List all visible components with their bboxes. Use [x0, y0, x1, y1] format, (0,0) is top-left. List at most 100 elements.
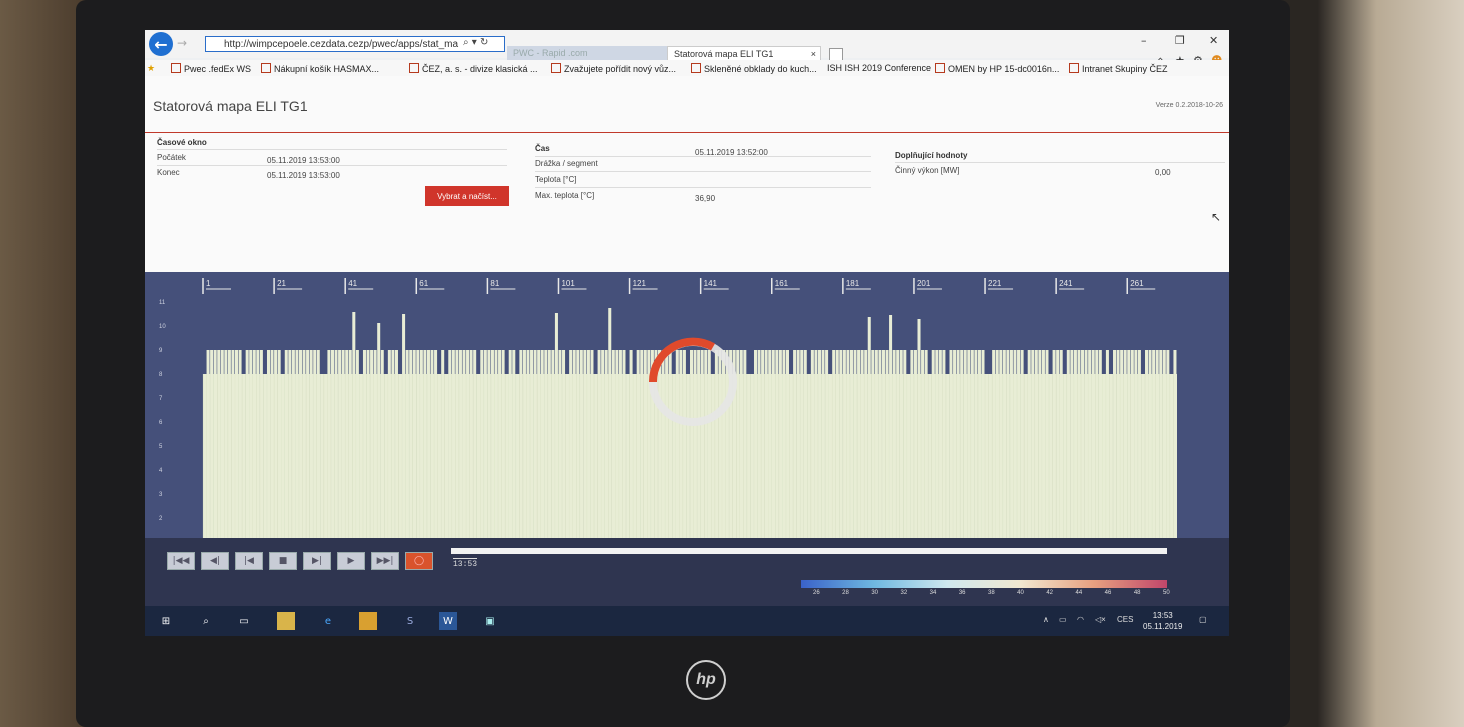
start-value[interactable]: 05.11.2019 13:53:00	[267, 156, 340, 165]
frame-back-icon[interactable]: |◀	[235, 552, 263, 570]
tab-inactive[interactable]: PWC - Rapid .com	[507, 46, 669, 60]
slot-column-top	[604, 350, 608, 374]
stator-heatmap[interactable]: 1 21 41 61 81 101 121 141 161 181 201 221 241 2611110…	[145, 272, 1229, 562]
word-icon[interactable]: W	[439, 612, 457, 630]
x-tick-label: 101	[561, 279, 575, 288]
slot-column-top	[348, 350, 352, 374]
slot-column-top	[903, 350, 907, 374]
slot-column-top	[778, 350, 782, 374]
slot-column-top	[256, 350, 260, 374]
close-tab-icon[interactable]: ×	[811, 47, 816, 61]
slot-column-top	[1162, 350, 1166, 374]
play-icon[interactable]: ▶	[337, 552, 365, 570]
slot-column-top	[999, 350, 1003, 374]
wifi-icon[interactable]: ◠	[1077, 615, 1084, 624]
stop-icon[interactable]: ■	[269, 552, 297, 570]
slot-column-top	[768, 350, 772, 374]
skype-icon[interactable]: S	[401, 612, 419, 630]
favorites-icon[interactable]: ★	[147, 63, 155, 74]
fav-item[interactable]: ČEZ, a. s. - divize klasická ...	[409, 63, 538, 74]
slot-column-top	[867, 317, 871, 374]
fav-item[interactable]: Skleněné obklady do kuch...	[691, 63, 817, 74]
search-refresh-icons[interactable]: ⌕ ▾ ↻	[463, 37, 488, 48]
slot-column-top	[554, 313, 558, 374]
slot-column-top	[846, 350, 850, 374]
last-icon[interactable]: ▶▶|	[371, 552, 399, 570]
title-divider	[145, 132, 1229, 133]
slot-column-top	[547, 350, 551, 374]
taskbar: ⊞ ⌕ ▭ e S W ▣ ∧ ▭ ◠ ◁× CES 13:53 05.11.2…	[145, 606, 1229, 636]
notifications-icon[interactable]: ▢	[1199, 615, 1207, 624]
file-explorer-icon[interactable]	[277, 612, 295, 630]
restore-icon[interactable]: ❐	[1175, 34, 1185, 47]
first-icon[interactable]: |◀◀	[167, 552, 195, 570]
clock[interactable]: 13:53 05.11.2019	[1143, 610, 1182, 632]
y-tick-label: 11	[159, 300, 166, 306]
slot-column-top	[800, 350, 804, 374]
slot-column-top	[576, 350, 580, 374]
slot-column-top	[963, 350, 967, 374]
fav-item[interactable]: Intranet Skupiny ČEZ	[1069, 63, 1168, 74]
slot-column-top	[508, 350, 512, 374]
app-icon[interactable]: ▣	[481, 612, 499, 630]
slot-column-top	[1077, 350, 1081, 374]
slot-column-top	[810, 350, 814, 374]
y-tick-label: 2	[159, 516, 163, 522]
stator-map-panel: 1 21 41 61 81 101 121 141 161 181 201 221 241 261 11 10…	[145, 272, 1229, 582]
address-bar[interactable]: http://wimpcepoele.cezdata.cezp/pwec/app…	[205, 36, 505, 52]
loop-icon[interactable]: ◯	[405, 552, 433, 570]
slot-column-top	[793, 350, 797, 374]
y-tick-label: 3	[159, 492, 163, 498]
task-view-icon[interactable]: ▭	[235, 612, 253, 630]
battery-icon[interactable]: ▭	[1059, 615, 1067, 624]
x-tick-label: 21	[277, 279, 286, 288]
browser-toolbar: ← → http://wimpcepoele.cezdata.cezp/pwec…	[145, 30, 1229, 62]
timeline-slider[interactable]	[451, 548, 1167, 554]
power-label: Činný výkon [MW]	[895, 166, 960, 175]
internet-explorer-icon[interactable]: e	[319, 612, 337, 630]
slot-column-top	[1130, 350, 1134, 374]
fav-item[interactable]: OMEN by HP 15-dc0016n...	[935, 63, 1059, 74]
scale-label: 26	[813, 590, 820, 596]
fav-item[interactable]: Pwec .fedEx WS	[171, 63, 251, 74]
close-window-icon[interactable]: ✕	[1209, 34, 1218, 47]
slot-column-top	[743, 350, 747, 374]
slot-column-top	[487, 350, 491, 374]
fav-item[interactable]: ISH ISH 2019 Conference	[827, 63, 931, 73]
y-tick-label: 6	[159, 420, 163, 426]
language-indicator[interactable]: CES	[1117, 615, 1133, 624]
slot-column-top	[924, 350, 928, 374]
minimize-icon[interactable]: –	[1141, 34, 1147, 47]
fav-item[interactable]: Zvažujete pořídit nový vůz...	[551, 63, 676, 74]
tab-active[interactable]: Statorová mapa ELI TG1 ×	[667, 46, 821, 61]
slot-column-top	[753, 350, 758, 374]
end-value[interactable]: 05.11.2019 13:53:00	[267, 171, 340, 180]
back-arrow-icon[interactable]: ←	[149, 32, 173, 56]
slot-column-top	[266, 350, 271, 374]
slot-column-top	[455, 350, 459, 374]
slot-column-top	[707, 350, 711, 374]
favorites-bar: ★ Pwec .fedEx WS Nákupní košík HASMAX...…	[145, 60, 1229, 77]
slot-column-top	[1052, 350, 1056, 374]
volume-icon[interactable]: ◁×	[1095, 615, 1106, 624]
x-tick-label: 81	[490, 279, 499, 288]
slot-column-top	[1045, 350, 1049, 374]
windows-start-icon[interactable]: ⊞	[157, 612, 175, 630]
chevron-up-icon[interactable]: ∧	[1043, 615, 1049, 624]
slot-column-top	[569, 350, 573, 374]
forward-arrow-icon[interactable]: →	[177, 36, 187, 50]
load-button[interactable]: Vybrat a načíst...	[425, 186, 509, 206]
y-tick-label: 5	[159, 444, 163, 450]
fav-item[interactable]: Nákupní košík HASMAX...	[261, 63, 379, 74]
search-icon[interactable]: ⌕	[197, 612, 215, 630]
y-tick-label: 9	[159, 348, 163, 354]
app-icon[interactable]	[359, 612, 377, 630]
slot-column-top	[551, 350, 555, 374]
slot-label: Drážka / segment	[535, 159, 598, 168]
scale-label: 28	[842, 590, 849, 596]
step-back-icon[interactable]: ◀|	[201, 552, 229, 570]
power-value: 0,00	[1155, 168, 1171, 177]
frame-forward-icon[interactable]: ▶|	[303, 552, 331, 570]
slot-column-top	[1088, 350, 1092, 374]
clock-time: 13:53	[1152, 611, 1173, 620]
